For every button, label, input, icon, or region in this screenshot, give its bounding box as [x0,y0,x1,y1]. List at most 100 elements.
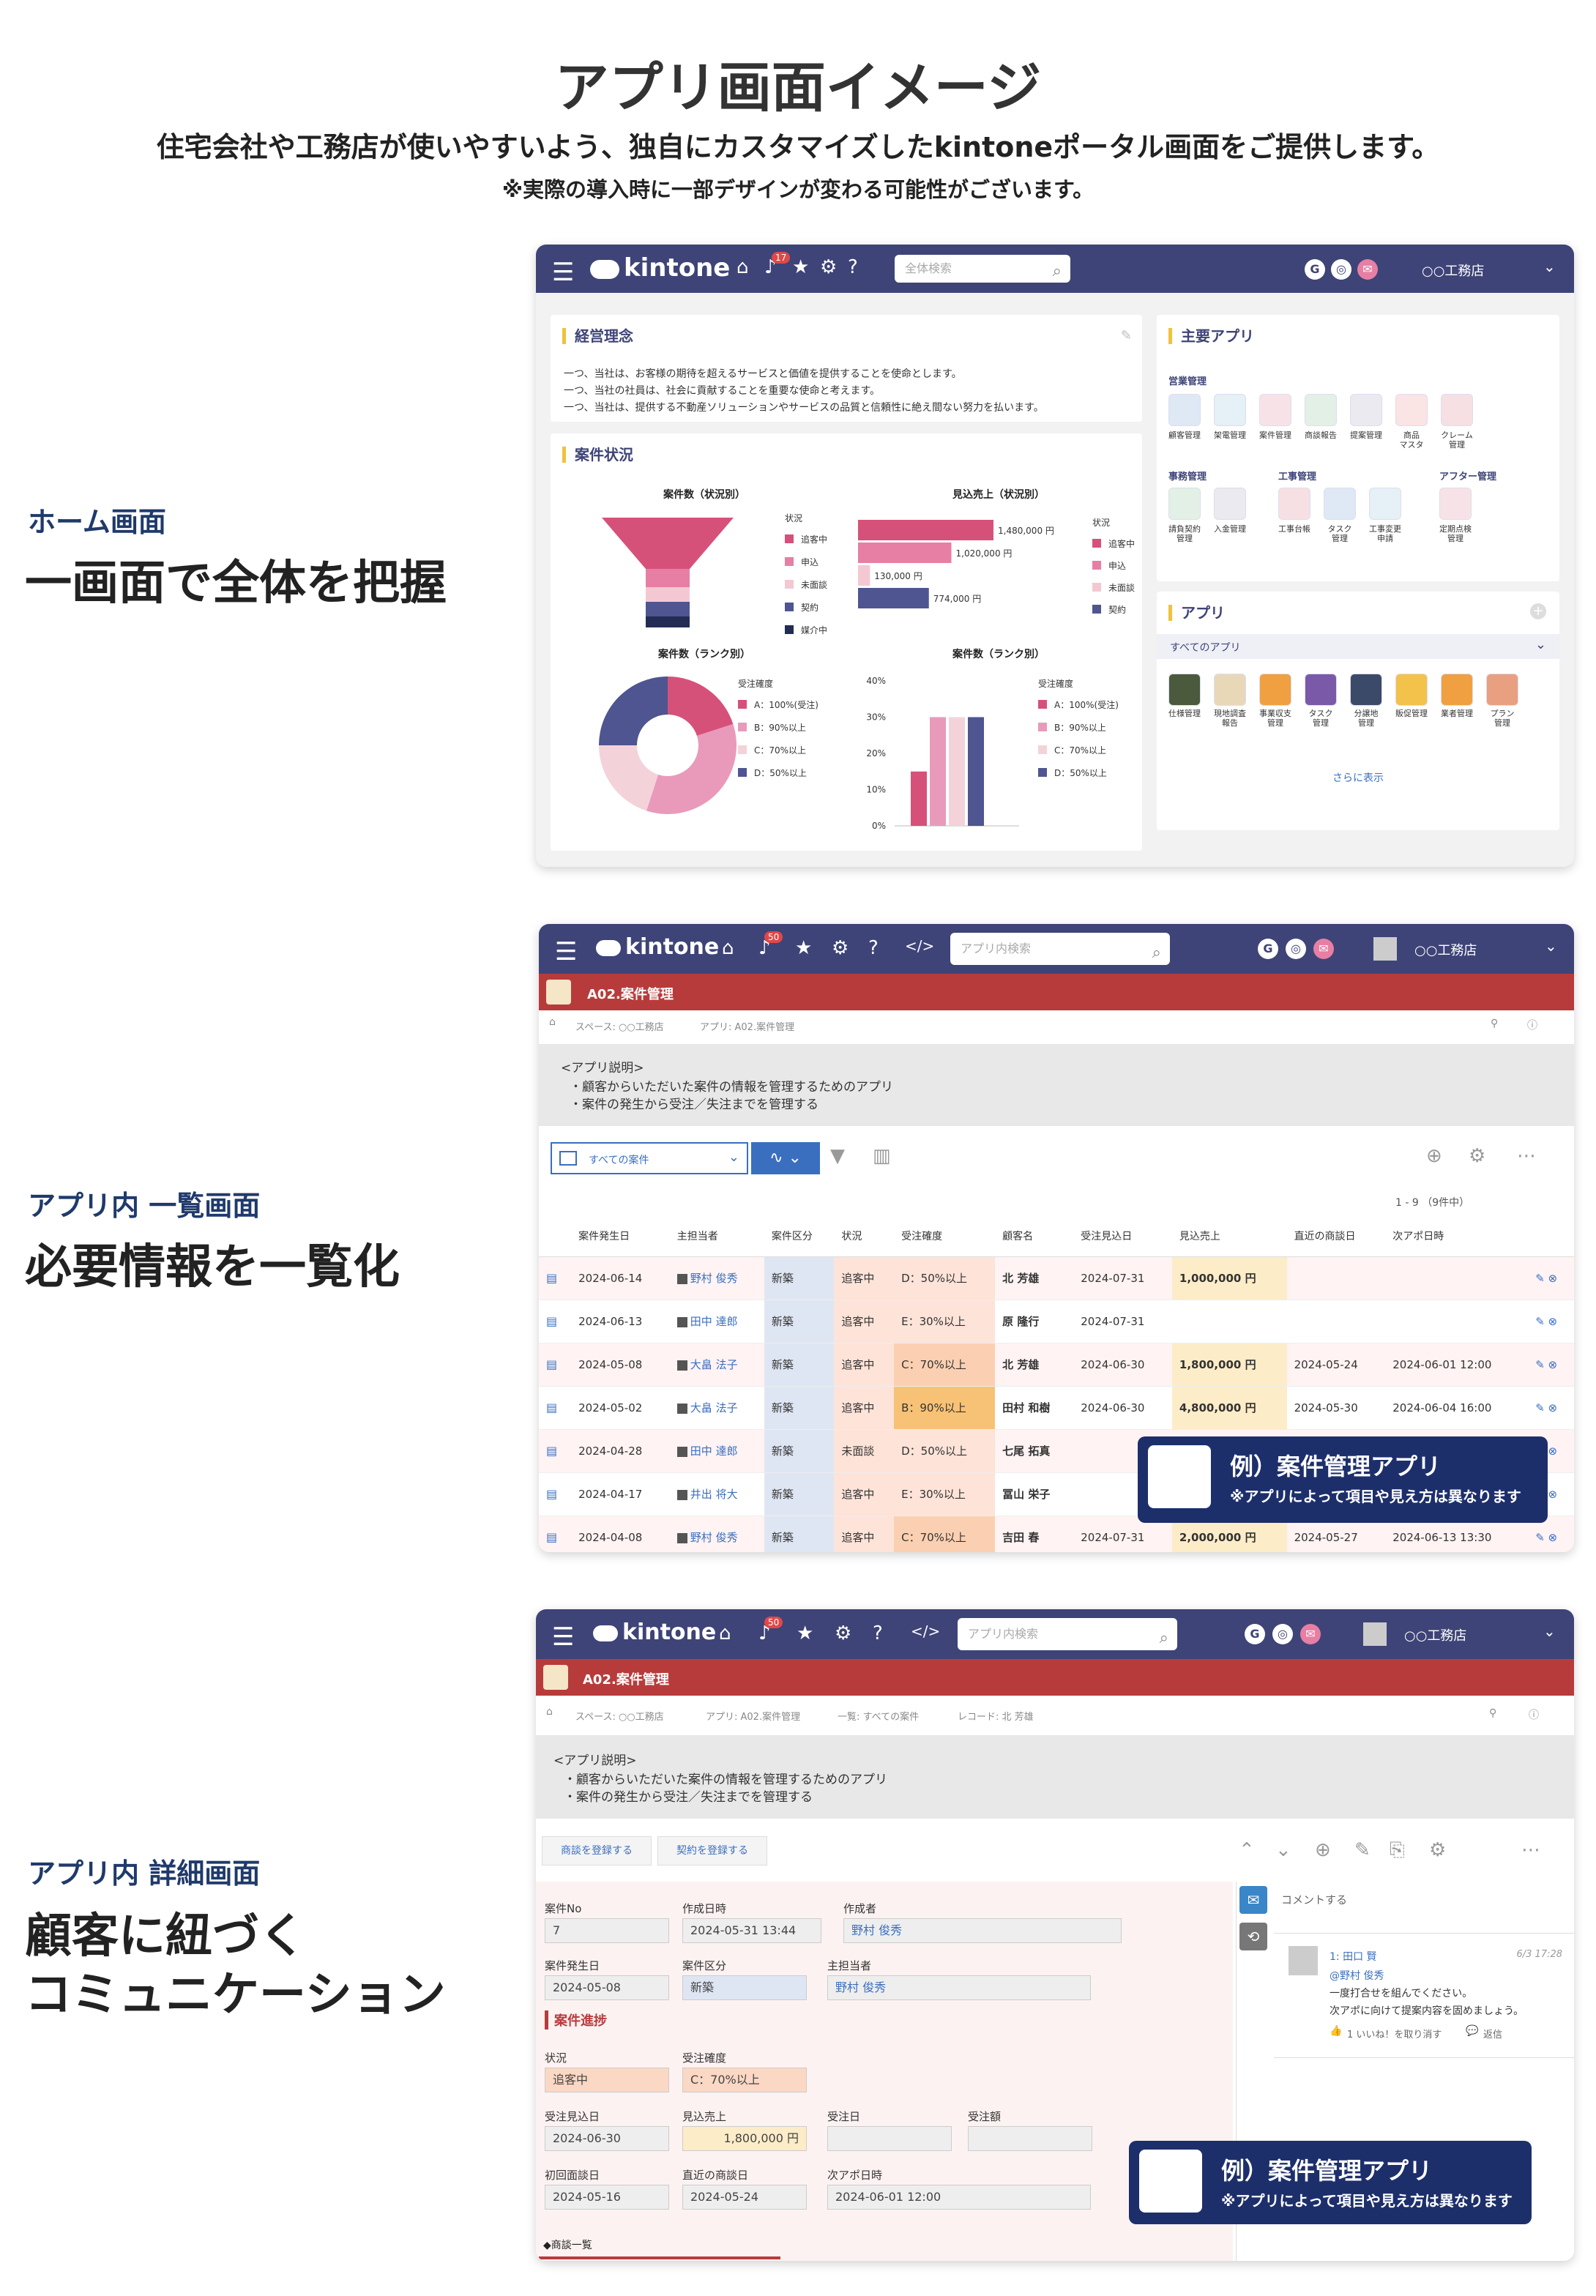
pin-icon[interactable]: ⚲ [1489,1707,1496,1719]
breadcrumb-view[interactable]: 一覧: すべての案件 [838,1709,919,1723]
app-icon[interactable] [1441,674,1473,706]
circle-icon[interactable]: ◎ [1331,259,1351,280]
comment-author[interactable]: 1: 田口 賢 [1330,1949,1377,1964]
app-icon[interactable] [1214,488,1246,520]
comment-input[interactable]: コメントする [1281,1892,1347,1907]
gear-icon[interactable]: ⚙ [820,256,837,278]
table-row[interactable]: ▤ 2024-06-14 野村 俊秀 新築 追客中 D：50%以上北 芳雄 2024-07-… [539,1256,1574,1300]
field-value[interactable]: 2024-05-16 [545,2185,669,2210]
info-icon[interactable]: ⓘ [1529,1707,1539,1722]
pin-icon[interactable]: ⚲ [1491,1018,1498,1029]
app-icon[interactable] [1259,394,1291,426]
user-link[interactable]: 大畠 法子 [690,1358,738,1371]
view-selector[interactable]: すべての案件 ⌄ [551,1142,748,1174]
field-value[interactable]: 2024-06-30 [545,2126,669,2151]
column-header[interactable]: 案件区分 [764,1215,835,1257]
apps-filter[interactable]: すべてのアプリ ⌄ [1157,634,1559,659]
user-link[interactable]: 井出 将大 [690,1488,738,1501]
show-more-link[interactable]: さらに表示 [1157,770,1559,785]
gear-icon[interactable]: ⚙ [835,1622,851,1644]
star-icon[interactable]: ★ [792,256,809,278]
column-header[interactable]: 見込売上 [1171,1215,1287,1257]
mail-icon[interactable]: ✉ [1357,259,1378,280]
breadcrumb-space[interactable]: スペース: ○○工務店 [575,1709,664,1723]
table-row[interactable]: ▤ 2024-05-02 大畠 法子 新築 追客中 B：90%以上 田村 和樹 2024-06… [539,1386,1574,1430]
close-icon[interactable]: ⊗ [1548,1488,1558,1501]
edit-icon[interactable]: ✎ [1354,1839,1371,1861]
column-header[interactable]: 次アポ日時 [1385,1215,1529,1257]
field-value[interactable]: 野村 俊秀 [827,1975,1091,2000]
home-icon[interactable]: ⌂ [546,1706,553,1718]
app-icon[interactable] [1168,674,1201,706]
user-link[interactable]: 大畠 法子 [690,1401,738,1414]
like-toggle[interactable]: 1 いいね！を取り消す [1347,2027,1442,2040]
chevron-down-icon[interactable]: ⌄ [1545,937,1557,955]
register-contract-button[interactable]: 契約を登録する [657,1836,767,1865]
file-icon[interactable]: ▤ [539,1429,572,1473]
reply-icon[interactable]: 💬 [1466,2025,1478,2037]
app-icon[interactable] [1305,394,1337,426]
app-icon[interactable] [1214,394,1246,426]
file-icon[interactable]: ▤ [539,1386,572,1430]
app-icon[interactable] [1395,394,1428,426]
home-icon[interactable]: ⌂ [719,1622,731,1644]
help-icon[interactable]: ? [873,1622,883,1644]
app-icon[interactable] [1214,674,1246,706]
table-row[interactable]: ▤ 2024-06-13 田中 達郎 新築 追客中 E：30%以上原 隆行 2024-07-… [539,1300,1574,1343]
search-input[interactable]: アプリ内検索 ⌕ [950,933,1170,965]
comment-mention[interactable]: @野村 俊秀 [1330,1968,1384,1983]
gear-icon[interactable]: ⚙ [1469,1145,1485,1167]
close-icon[interactable]: ⊗ [1548,1531,1558,1544]
kintone-logo[interactable]: kintone [593,1620,716,1645]
help-icon[interactable]: ? [848,256,858,278]
google-icon[interactable]: G [1305,259,1325,280]
app-icon[interactable] [1168,488,1201,520]
chevron-down-icon[interactable]: ⌄ [1543,258,1556,275]
app-icon[interactable] [1324,488,1356,520]
avatar[interactable] [1363,1622,1387,1646]
file-icon[interactable]: ▤ [539,1472,572,1516]
field-value[interactable]: 追客中 [545,2068,669,2092]
add-icon[interactable]: + [1530,603,1546,619]
column-header[interactable]: 状況 [834,1215,895,1257]
add-record-icon[interactable]: ⊕ [1426,1145,1442,1167]
field-value[interactable]: 2024-06-01 12:00 [827,2185,1091,2210]
menu-icon[interactable]: ☰ [555,937,577,966]
breadcrumb-record[interactable]: レコード: 北 芳雄 [958,1709,1034,1723]
more-icon[interactable]: ⋯ [1517,1145,1536,1167]
close-icon[interactable]: ⊗ [1548,1272,1558,1285]
star-icon[interactable]: ★ [797,1622,813,1644]
close-icon[interactable]: ⊗ [1548,1315,1558,1328]
kintone-logo[interactable]: kintone [596,934,719,960]
circle-icon[interactable]: ◎ [1272,1624,1293,1644]
search-input[interactable]: 全体検索 ⌕ [895,255,1070,283]
app-icon[interactable] [1395,674,1428,706]
code-icon[interactable]: </> [911,1622,940,1640]
home-icon[interactable]: ⌂ [549,1016,556,1028]
code-icon[interactable]: </> [905,937,934,955]
edit-icon[interactable]: ✎ [1535,1272,1548,1285]
user-link[interactable]: 田中 達郎 [690,1445,738,1458]
home-icon[interactable]: ⌂ [722,937,734,959]
register-meeting-button[interactable]: 商談を登録する [542,1836,652,1865]
field-value[interactable]: 2024-05-31 13:44 [682,1918,821,1943]
circle-icon[interactable]: ◎ [1286,939,1306,959]
user-name[interactable]: ○○工務店 [1414,940,1477,959]
edit-icon[interactable]: ✎ [1535,1358,1548,1371]
file-icon[interactable]: ▤ [539,1256,572,1300]
chart-icon[interactable]: ▥ [873,1145,891,1167]
app-icon[interactable] [1441,394,1473,426]
google-icon[interactable]: G [1258,939,1278,959]
field-value[interactable]: 新築 [682,1975,807,2000]
edit-icon[interactable]: ✎ [1535,1401,1548,1414]
column-header[interactable]: 受注確度 [894,1215,996,1257]
file-icon[interactable]: ▤ [539,1343,572,1387]
column-header[interactable]: 主担当者 [669,1215,764,1257]
column-header[interactable]: 顧客名 [995,1215,1074,1257]
field-value[interactable]: 7 [545,1918,669,1943]
chevron-down-icon[interactable]: ⌄ [1543,1622,1556,1640]
column-header[interactable]: 受注見込日 [1073,1215,1172,1257]
graph-button[interactable]: ∿ ⌄ [751,1142,820,1174]
app-icon[interactable] [1350,394,1382,426]
close-icon[interactable]: ⊗ [1548,1445,1558,1458]
